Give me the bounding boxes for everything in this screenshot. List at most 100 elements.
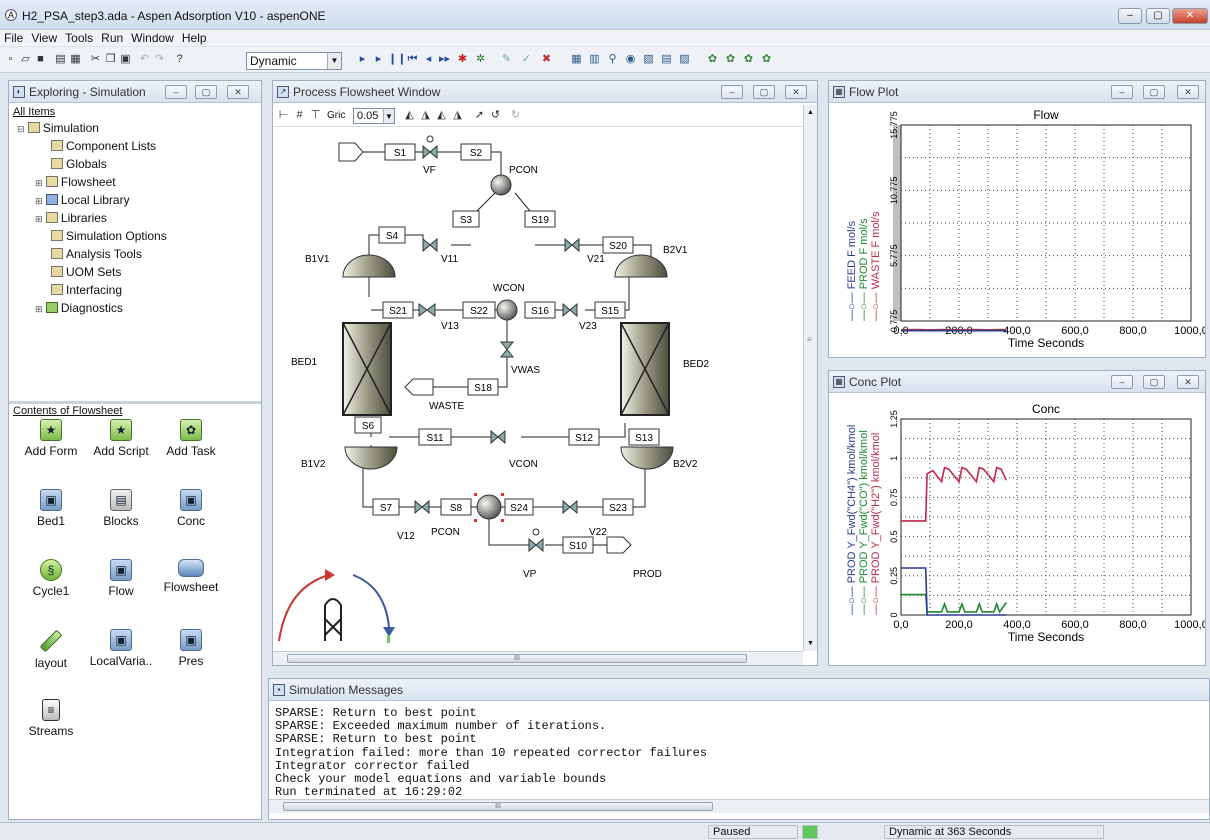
components-icon[interactable]: ✿ bbox=[724, 53, 737, 66]
content-flowsheet[interactable]: Flowsheet bbox=[151, 559, 231, 594]
tree-item-uom-sets[interactable]: UOM Sets bbox=[51, 265, 121, 279]
flowsheet-minimize-button[interactable]: – bbox=[721, 85, 743, 99]
align-top-icon[interactable]: ◮ bbox=[451, 109, 464, 122]
menu-file[interactable]: File bbox=[0, 30, 27, 46]
bed2[interactable] bbox=[620, 322, 670, 416]
scroll-up-icon[interactable]: ▲ bbox=[804, 109, 817, 116]
library-icon[interactable]: ▦ bbox=[570, 53, 583, 66]
b1v1-vessel[interactable] bbox=[342, 254, 396, 278]
analysis-icon[interactable]: ✓ bbox=[520, 53, 533, 66]
align-center-icon[interactable]: ◮ bbox=[419, 109, 432, 122]
snap-icon[interactable]: ⊤ bbox=[309, 109, 322, 122]
content-conc[interactable]: ▣ Conc bbox=[151, 489, 231, 528]
content-flow[interactable]: ▣ Flow bbox=[81, 559, 161, 598]
align-left-icon[interactable]: ◭ bbox=[403, 109, 416, 122]
b1v2-vessel[interactable] bbox=[344, 446, 398, 470]
content-add-form[interactable]: ★ Add Form bbox=[11, 419, 91, 458]
waste-arrow[interactable] bbox=[404, 378, 434, 396]
flow-plot-restore-button[interactable]: ▢ bbox=[1143, 85, 1165, 99]
stream-label[interactable]: S3 bbox=[460, 215, 473, 226]
stream-label[interactable]: S4 bbox=[386, 231, 399, 242]
reset-icon[interactable]: ✱ bbox=[456, 53, 469, 66]
menu-view[interactable]: View bbox=[27, 30, 61, 46]
stream-label[interactable]: S13 bbox=[635, 433, 653, 444]
menu-tools[interactable]: Tools bbox=[61, 30, 97, 46]
flowsheet-horizontal-scrollbar[interactable]: III bbox=[273, 651, 803, 665]
menu-window[interactable]: Window bbox=[127, 30, 178, 46]
align-right-icon[interactable]: ◭ bbox=[435, 109, 448, 122]
menu-help[interactable]: Help bbox=[178, 30, 211, 46]
stream-label[interactable]: S19 bbox=[531, 215, 549, 226]
step-icon[interactable]: ▸ bbox=[372, 53, 385, 66]
bed1[interactable] bbox=[342, 322, 392, 416]
save-icon[interactable]: ■ bbox=[34, 53, 47, 66]
tree-item-diagnostics[interactable]: ⊞ Diagnostics bbox=[35, 301, 123, 316]
tree-item-simulation[interactable]: ⊟ Simulation bbox=[17, 121, 99, 136]
content-blocks[interactable]: ▤ Blocks bbox=[81, 489, 161, 528]
redo-icon[interactable]: ↷ bbox=[153, 53, 166, 66]
content-add-task[interactable]: ✿ Add Task bbox=[151, 419, 231, 458]
model-icon[interactable]: ▥ bbox=[588, 53, 601, 66]
stream-label[interactable]: S21 bbox=[389, 306, 407, 317]
b2v2-vessel[interactable] bbox=[620, 446, 674, 470]
stream-label[interactable]: S15 bbox=[601, 306, 619, 317]
zoom-select[interactable]: 0.05 ▼ bbox=[353, 108, 395, 124]
stop-analysis-icon[interactable]: ✖ bbox=[540, 53, 553, 66]
paste-icon[interactable]: ▣ bbox=[119, 53, 132, 66]
stream-label[interactable]: S23 bbox=[609, 503, 627, 514]
explorer-minimize-button[interactable]: – bbox=[165, 85, 187, 99]
minimize-button[interactable]: – bbox=[1118, 8, 1142, 24]
content-layout[interactable]: layout bbox=[11, 629, 91, 670]
rotate-icon[interactable]: ↺ bbox=[489, 109, 502, 122]
table-icon[interactable]: ▤ bbox=[660, 53, 673, 66]
conc-plot-close-button[interactable]: ✕ bbox=[1177, 375, 1199, 389]
run-icon[interactable]: ▸ bbox=[356, 53, 369, 66]
flow-plot-minimize-button[interactable]: – bbox=[1111, 85, 1133, 99]
stream-label[interactable]: S10 bbox=[569, 541, 587, 552]
tree-item-libraries[interactable]: ⊞ Libraries bbox=[35, 211, 107, 226]
stream-label[interactable]: S24 bbox=[510, 503, 528, 514]
print-icon[interactable]: ▤ bbox=[54, 53, 67, 66]
run-mode-select[interactable]: Dynamic ▼ bbox=[246, 52, 342, 70]
stream-label[interactable]: S1 bbox=[394, 148, 407, 159]
tree-expander[interactable]: ⊞ bbox=[35, 196, 43, 206]
pcon-bottom-mixer[interactable] bbox=[476, 494, 502, 520]
rewind-icon[interactable]: ◂ bbox=[422, 53, 435, 66]
tree-item-analysis-tools[interactable]: Analysis Tools bbox=[51, 247, 142, 261]
b2v1-vessel[interactable] bbox=[614, 254, 668, 278]
content-streams[interactable]: ≡ Streams bbox=[11, 699, 91, 738]
copy-icon[interactable]: ❐ bbox=[104, 53, 117, 66]
explorer-restore-button[interactable]: ▢ bbox=[195, 85, 217, 99]
reinitialize-icon[interactable]: ✲ bbox=[474, 53, 487, 66]
stream-label[interactable]: S6 bbox=[362, 421, 375, 432]
explorer-close-button[interactable]: ✕ bbox=[227, 85, 249, 99]
conc-plot-restore-button[interactable]: ▢ bbox=[1143, 375, 1165, 389]
content-pres[interactable]: ▣ Pres bbox=[151, 629, 231, 668]
new-file-icon[interactable]: ▫ bbox=[4, 53, 17, 66]
properties-icon[interactable]: ✿ bbox=[706, 53, 719, 66]
snapshot-icon[interactable]: ▧ bbox=[642, 53, 655, 66]
content-cycle1[interactable]: § Cycle1 bbox=[11, 559, 91, 598]
stream-label[interactable]: S18 bbox=[474, 383, 492, 394]
prod-arrow[interactable] bbox=[606, 536, 632, 554]
select-mode-icon[interactable]: ⊢ bbox=[277, 109, 290, 122]
scroll-down-icon[interactable]: ▼ bbox=[807, 640, 814, 647]
plot-icon[interactable]: ▨ bbox=[678, 53, 691, 66]
messages-horizontal-scrollbar[interactable]: III bbox=[269, 799, 1209, 813]
stream-label[interactable]: S8 bbox=[450, 503, 463, 514]
scroll-thumb[interactable]: III bbox=[283, 802, 713, 811]
stream-label[interactable]: S16 bbox=[531, 306, 549, 317]
stream-label[interactable]: S2 bbox=[470, 148, 483, 159]
wcon-mixer[interactable] bbox=[496, 299, 518, 321]
stream-label[interactable]: S12 bbox=[575, 433, 593, 444]
maximize-button[interactable]: ▢ bbox=[1146, 8, 1170, 24]
tree-expander[interactable]: ⊟ bbox=[17, 124, 25, 134]
flip-icon[interactable]: ↻ bbox=[509, 109, 522, 122]
stream-label[interactable]: S20 bbox=[609, 241, 627, 252]
restart-icon[interactable]: ⏮ bbox=[406, 53, 419, 66]
open-file-icon[interactable]: ▱ bbox=[19, 53, 32, 66]
pcon-top-mixer[interactable] bbox=[490, 174, 512, 196]
estimation-icon[interactable]: ✿ bbox=[742, 53, 755, 66]
fast-forward-icon[interactable]: ▸▸ bbox=[438, 53, 451, 66]
flowsheet-close-button[interactable]: ✕ bbox=[785, 85, 807, 99]
